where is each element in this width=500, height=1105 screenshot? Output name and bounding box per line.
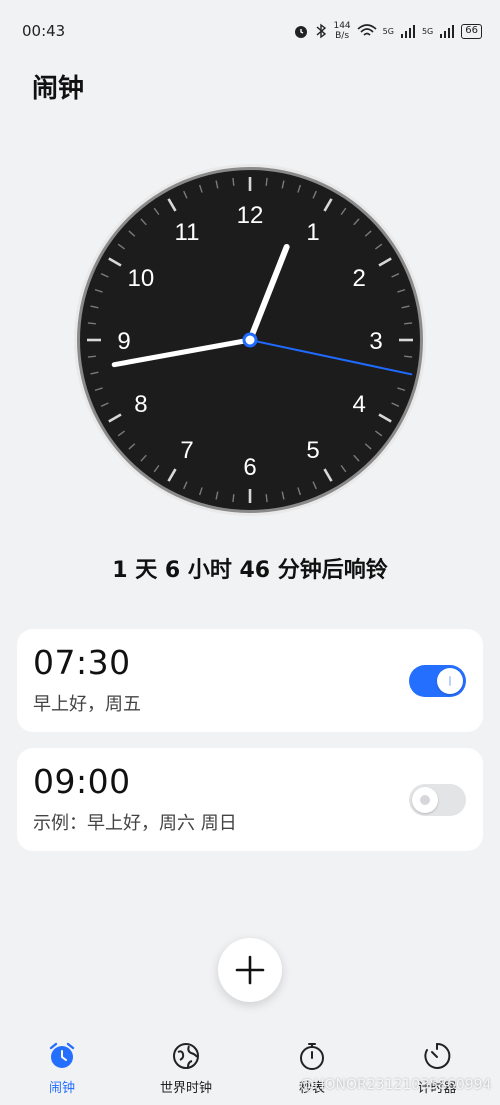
status-time: 00:43 [22, 22, 66, 40]
alarm-label: 早上好，周五 [33, 694, 141, 715]
minor-tick [87, 322, 96, 325]
signal-2-label: 5G [421, 26, 434, 36]
toggle-knob [412, 787, 438, 813]
clock-numeral: 7 [180, 437, 193, 464]
alarm-toggle[interactable] [409, 665, 466, 697]
nav-item-world-clock[interactable]: 世界时钟 [131, 1035, 241, 1105]
alarm-clock-icon [49, 1042, 75, 1068]
toggle-knob-mark [420, 795, 430, 805]
alarm-card[interactable]: 07:30 早上好，周五 [17, 629, 483, 732]
clock-numeral: 10 [128, 265, 155, 292]
clock-numeral: 6 [243, 454, 256, 481]
wifi-icon [357, 24, 377, 36]
analog-clock-svg: 121234567891011 [74, 164, 426, 516]
alarm-time: 09:00 [33, 762, 131, 801]
nav-item-timer[interactable]: 计时器 [382, 1035, 492, 1105]
alarm-label: 示例：早上好，周六 周日 [33, 813, 237, 834]
analog-clock: 12 1 2 3 4 5 6 7 8 9 10 11 [70, 160, 430, 520]
alarm-card[interactable]: 09:00 示例：早上好，周六 周日 [17, 748, 483, 851]
minor-tick [265, 177, 268, 186]
next-alarm-countdown: 1 天 6 小时 46 分钟后响铃 [112, 558, 388, 583]
alarm-toggle[interactable] [409, 784, 466, 816]
watermark: @HONOR23121035860994 [300, 1077, 492, 1093]
minor-tick [232, 494, 235, 503]
minor-tick [87, 355, 96, 358]
net-speed: 144 B/s [333, 21, 350, 41]
clock-numeral: 9 [117, 328, 130, 355]
bottom-nav: 闹钟 世界时钟 秒表 计时器 [0, 1035, 500, 1105]
status-bar: 00:43 144 B/s 5G 5G 66 [0, 0, 500, 64]
globe-icon [173, 1043, 199, 1069]
clock-numeral: 5 [306, 437, 319, 464]
plus-icon [235, 955, 265, 985]
minor-tick [232, 177, 235, 186]
minor-tick [265, 494, 268, 503]
alarm-time: 07:30 [33, 643, 131, 682]
battery-icon: 66 [461, 23, 482, 39]
clock-numeral: 2 [352, 265, 365, 292]
clock-numeral: 4 [352, 391, 365, 418]
bluetooth-icon [317, 23, 327, 39]
clock-numeral: 3 [369, 328, 382, 355]
signal-icon [400, 25, 415, 38]
clock-numeral: 11 [175, 219, 200, 246]
clock-numeral: 12 [237, 202, 264, 229]
clock-numeral: 8 [134, 391, 147, 418]
nav-label: 世界时钟 [159, 1081, 212, 1096]
nav-item-alarm[interactable]: 闹钟 [7, 1035, 117, 1105]
nav-item-stopwatch[interactable]: 秒表 [257, 1035, 367, 1105]
alarm-status-icon [295, 26, 308, 38]
page-title: 闹钟 [32, 74, 85, 104]
net-speed-value: 144 [333, 21, 351, 31]
add-alarm-button[interactable] [218, 938, 282, 1002]
nav-label: 闹钟 [48, 1081, 75, 1096]
toggle-knob-mark [449, 676, 451, 686]
toggle-knob [437, 668, 463, 694]
clock-numeral: 1 [306, 219, 319, 246]
minor-tick [404, 355, 413, 358]
timer-icon [424, 1042, 451, 1069]
clock-center-cap [242, 332, 258, 348]
status-icons: 144 B/s 5G 5G 66 [293, 18, 482, 44]
signal-1-label: 5G [382, 26, 394, 36]
net-speed-unit: B/s [335, 31, 350, 41]
stopwatch-icon [300, 1043, 324, 1070]
signal-icon-2 [440, 25, 455, 38]
minor-tick [404, 322, 413, 325]
